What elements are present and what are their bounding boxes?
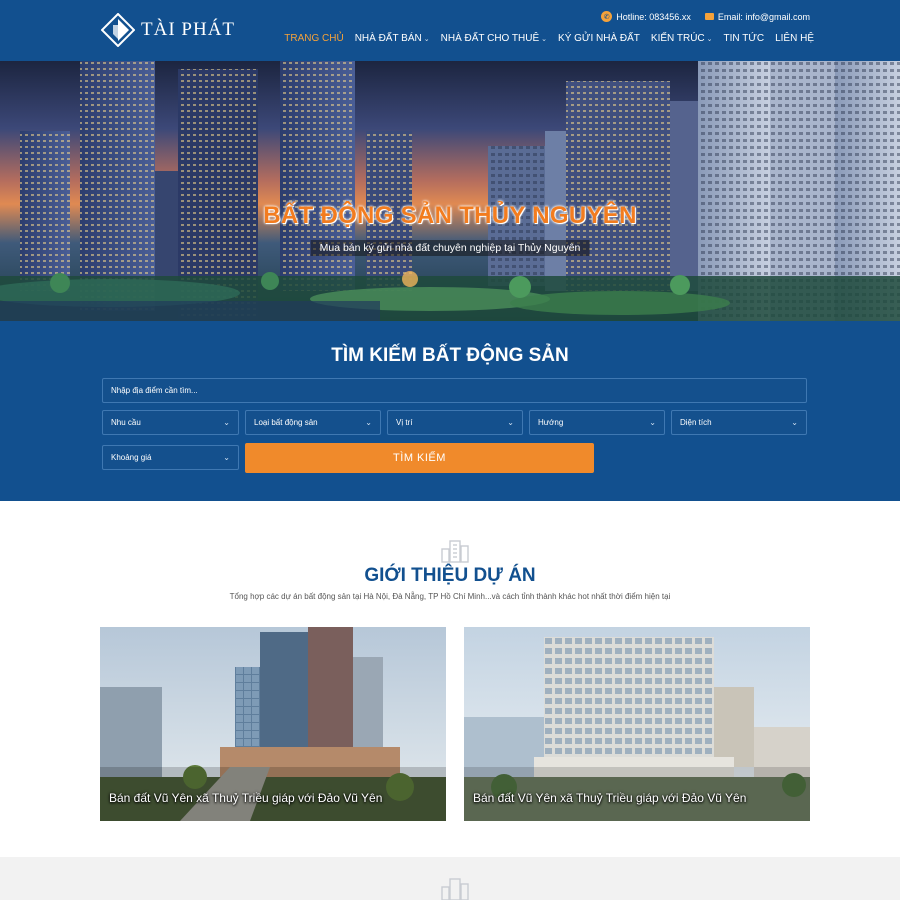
buildings-icon	[441, 540, 469, 563]
location-placeholder: Nhập địa điểm cần tìm...	[111, 386, 198, 395]
chevron-down-icon: ⌄	[706, 36, 713, 43]
price-range-select-value: Khoảng giá	[111, 453, 152, 462]
nav-item-for-sale[interactable]: NHÀ ĐẤT BÁN ⌄	[355, 33, 430, 44]
nav-item-architecture[interactable]: KIẾN TRÚC ⌄	[651, 33, 713, 44]
search-section: TÌM KIẾM BẤT ĐỘNG SẢN Nhập địa điểm cần …	[0, 321, 900, 501]
chevron-down-icon: ⌄	[541, 36, 548, 43]
mail-icon	[704, 13, 714, 20]
chevron-down-icon: ⌄	[365, 418, 372, 427]
hero-cityscape-image	[0, 61, 900, 321]
need-select-value: Nhu cầu	[111, 418, 141, 427]
page: TÀI PHÁT ✆ Hotline: 083456.xx Email: inf…	[0, 0, 900, 900]
project-card[interactable]: Bán đất Vũ Yên xã Thuỷ Triều giáp với Đả…	[100, 627, 446, 821]
buildings-icon	[441, 878, 469, 900]
property-type-select-value: Loại bất động sản	[254, 418, 318, 427]
nav-label: TIN TỨC	[723, 33, 765, 44]
next-section	[0, 857, 900, 900]
email-text: Email: info@gmail.com	[717, 11, 810, 22]
phone-icon: ✆	[601, 11, 613, 22]
search-title: TÌM KIẾM BẤT ĐỘNG SẢN	[331, 345, 569, 366]
nav-label: TRANG CHỦ	[284, 33, 344, 44]
hero-title: BẤT ĐỘNG SẢN THỦY NGUYÊN	[263, 202, 637, 229]
nav-item-contact[interactable]: LIÊN HỆ	[775, 33, 814, 44]
email[interactable]: Email: info@gmail.com	[704, 11, 810, 22]
hotline[interactable]: ✆ Hotline: 083456.xx	[601, 11, 691, 22]
main-nav: TRANG CHỦ NHÀ ĐẤT BÁN ⌄ NHÀ ĐẤT CHO THUÊ ⌄…	[284, 33, 814, 44]
project-card-title: Bán đất Vũ Yên xã Thuỷ Triều giáp với Đả…	[109, 791, 383, 805]
hotline-text: Hotline: 083456.xx	[616, 11, 691, 22]
chevron-down-icon: ⌄	[223, 453, 230, 462]
projects-section: GIỚI THIỆU DỰ ÁN Tổng hợp các dự án bất …	[0, 501, 900, 857]
need-select[interactable]: Nhu cầu ⌄	[102, 410, 239, 435]
projects-description: Tổng hợp các dự án bất động sản tại Hà N…	[229, 592, 671, 601]
site-header: TÀI PHÁT ✆ Hotline: 083456.xx Email: inf…	[0, 0, 900, 61]
hero-subtitle: Mua bán ký gửi nhà đất chuyên nghiệp tại…	[310, 240, 590, 256]
logo[interactable]: TÀI PHÁT	[101, 13, 235, 47]
brand-name: TÀI PHÁT	[141, 19, 236, 40]
location-search-input[interactable]: Nhập địa điểm cần tìm...	[102, 378, 807, 403]
nav-label: KIẾN TRÚC	[650, 33, 705, 44]
price-range-select[interactable]: Khoảng giá ⌄	[102, 445, 239, 470]
logo-icon	[101, 13, 135, 47]
property-type-select[interactable]: Loại bất động sản ⌄	[245, 410, 381, 435]
chevron-down-icon: ⌄	[649, 418, 656, 427]
chevron-down-icon: ⌄	[791, 418, 798, 427]
project-card-title: Bán đất Vũ Yên xã Thuỷ Triều giáp với Đả…	[473, 791, 747, 805]
chevron-down-icon: ⌄	[423, 36, 430, 43]
position-select[interactable]: Vị trí ⌄	[387, 410, 523, 435]
hero-banner: BẤT ĐỘNG SẢN THỦY NGUYÊN Mua bán ký gửi …	[0, 61, 900, 321]
projects-title: GIỚI THIỆU DỰ ÁN	[364, 565, 536, 586]
chevron-down-icon: ⌄	[507, 418, 514, 427]
area-select-value: Diện tích	[680, 418, 712, 427]
nav-label: LIÊN HỆ	[775, 33, 814, 44]
position-select-value: Vị trí	[396, 418, 413, 427]
nav-label: KÝ GỬI NHÀ ĐẤT	[558, 33, 640, 44]
nav-label: NHÀ ĐẤT BÁN	[354, 33, 422, 44]
topbar: ✆ Hotline: 083456.xx Email: info@gmail.c…	[601, 11, 810, 22]
nav-item-news[interactable]: TIN TỨC	[724, 33, 765, 44]
nav-item-home[interactable]: TRANG CHỦ	[284, 33, 343, 44]
search-button[interactable]: TÌM KIẾM	[245, 443, 594, 473]
direction-select[interactable]: Hướng ⌄	[529, 410, 665, 435]
nav-item-for-rent[interactable]: NHÀ ĐẤT CHO THUÊ ⌄	[441, 33, 547, 44]
nav-item-consign[interactable]: KÝ GỬI NHÀ ĐẤT	[558, 33, 640, 44]
direction-select-value: Hướng	[538, 418, 564, 427]
area-select[interactable]: Diện tích ⌄	[671, 410, 807, 435]
project-card[interactable]: Bán đất Vũ Yên xã Thuỷ Triều giáp với Đả…	[464, 627, 810, 821]
chevron-down-icon: ⌄	[223, 418, 230, 427]
nav-label: NHÀ ĐẤT CHO THUÊ	[440, 33, 540, 44]
